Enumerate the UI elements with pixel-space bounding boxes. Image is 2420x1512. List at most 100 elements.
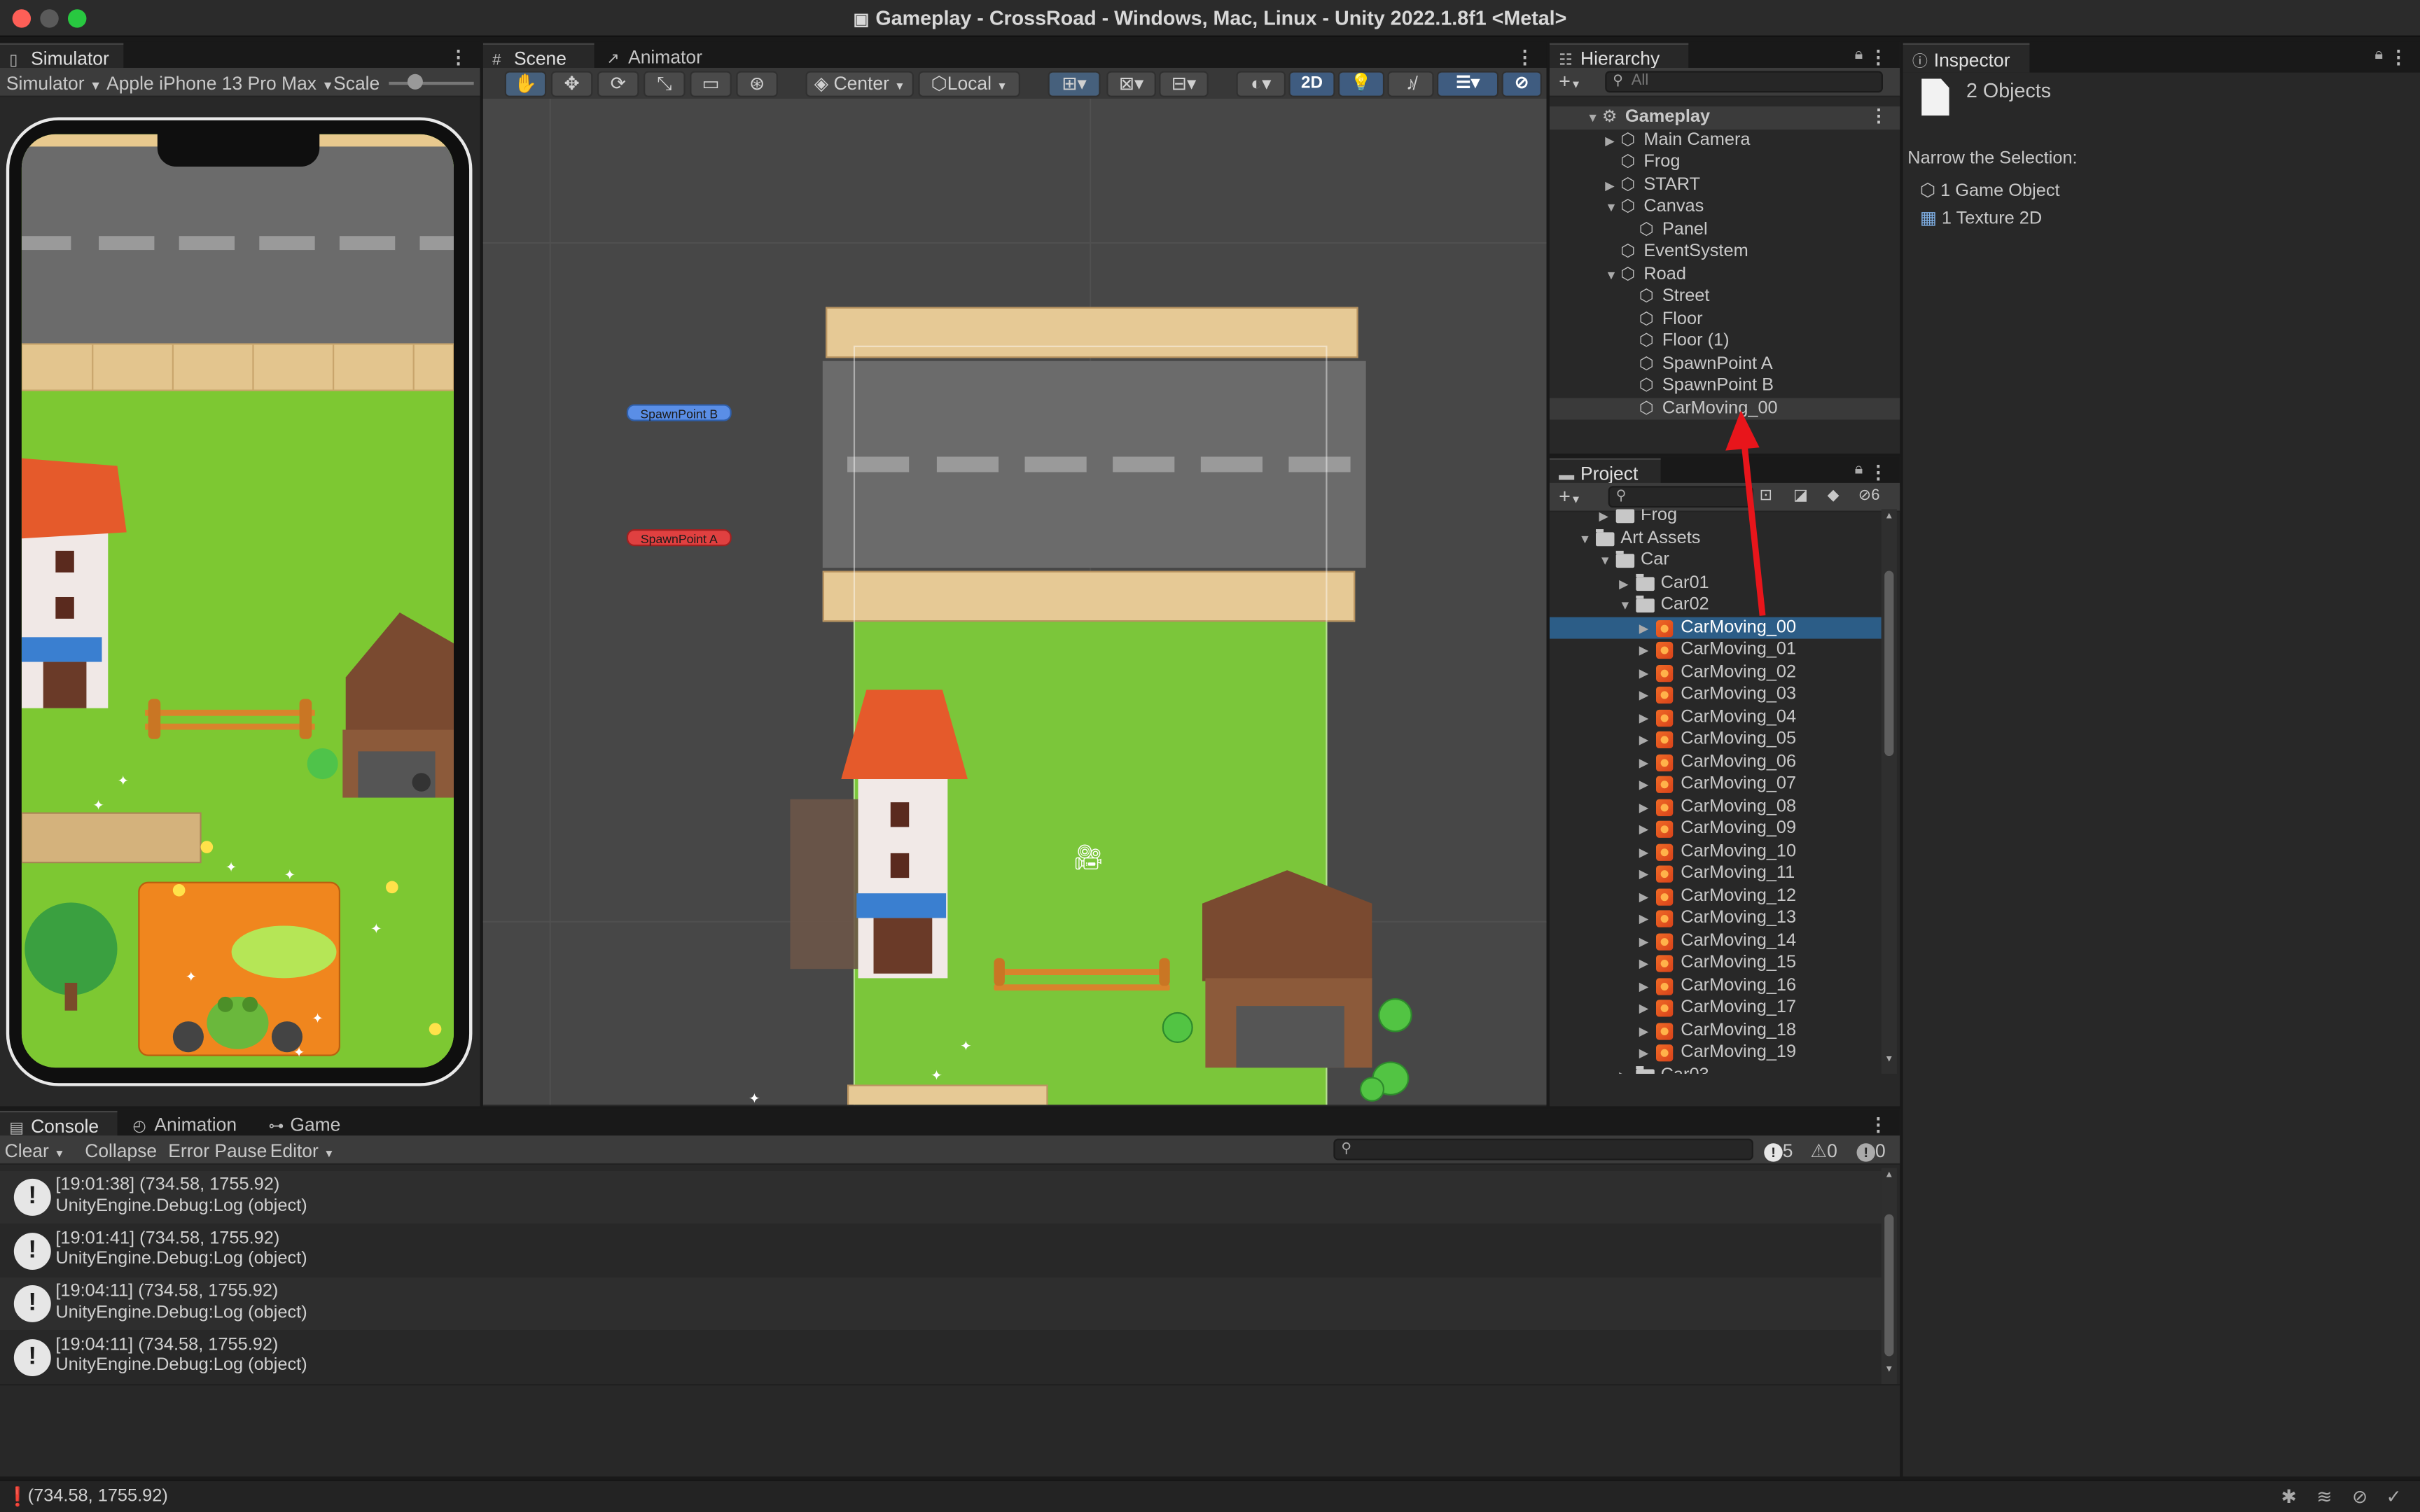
log-filter-toggle[interactable]: ! 5: [1764, 1140, 1793, 1162]
console-scrollbar[interactable]: ▲ ▼: [1881, 1168, 1897, 1385]
collapse-arrow-icon[interactable]: ▶: [1639, 909, 1649, 930]
collapse-arrow-icon[interactable]: ▶: [1619, 573, 1629, 595]
scale-tool-button[interactable]: ⤡: [644, 71, 686, 97]
narrow-item-texture[interactable]: ▦ 1 Texture 2D: [1920, 206, 2042, 228]
error-filter-toggle[interactable]: ! 0: [1856, 1140, 1886, 1162]
project-item[interactable]: ▶ CarMoving_13: [1550, 907, 1882, 930]
scroll-down-icon[interactable]: ▼: [1884, 1056, 1893, 1065]
expand-arrow-icon[interactable]: ▼: [1619, 596, 1631, 617]
console-search-input[interactable]: ⚲: [1333, 1138, 1753, 1161]
project-item[interactable]: ▶ CarMoving_11: [1550, 862, 1882, 885]
console-log-entry[interactable]: ! [19:01:38] (734.58, 1755.92) UnityEngine…: [0, 1170, 1882, 1224]
collapse-arrow-icon[interactable]: ▶: [1619, 1065, 1629, 1074]
collapse-arrow-icon[interactable]: ▶: [1639, 886, 1649, 908]
collapse-arrow-icon[interactable]: ▶: [1639, 953, 1649, 975]
collapse-arrow-icon[interactable]: ▶: [1639, 841, 1649, 863]
inspector-menu-icon[interactable]: ⋮: [2389, 46, 2407, 68]
hierarchy-item[interactable]: ⬡ Street: [1550, 286, 1900, 308]
project-item[interactable]: ▶ CarMoving_04: [1550, 706, 1882, 728]
scene-menu-icon[interactable]: ⋮: [1515, 46, 1534, 68]
hierarchy-item[interactable]: ▼ ⬡ Road: [1550, 263, 1900, 286]
scroll-down-icon[interactable]: ▼: [1884, 1366, 1893, 1375]
collapse-arrow-icon[interactable]: ▶: [1639, 1043, 1649, 1065]
grid-visibility-button[interactable]: ⊠▾: [1106, 71, 1156, 97]
project-item[interactable]: ▶ CarMoving_02: [1550, 661, 1882, 683]
collapse-arrow-icon[interactable]: ▶: [1639, 774, 1649, 796]
project-item[interactable]: ▶ CarMoving_05: [1550, 728, 1882, 750]
console-log-entry[interactable]: ! [19:04:11] (734.58, 1755.92) UnityEngine…: [0, 1277, 1882, 1330]
simulator-menu-icon[interactable]: ⋮: [449, 46, 467, 68]
expand-arrow-icon[interactable]: ▼: [1599, 551, 1611, 573]
collapse-arrow-icon[interactable]: ▶: [1639, 640, 1649, 662]
project-item[interactable]: ▶ CarMoving_16: [1550, 974, 1882, 997]
audio-toggle-button[interactable]: ♪̸: [1387, 71, 1434, 97]
database-icon[interactable]: ≋: [2316, 1486, 2332, 1508]
rotate-tool-button[interactable]: ⟳: [597, 71, 639, 97]
grid-snap-button[interactable]: ⊞▾: [1048, 71, 1101, 97]
status-message[interactable]: (734.58, 1755.92): [28, 1488, 168, 1506]
scene-visibility-button[interactable]: ⊘: [1501, 71, 1542, 97]
hierarchy-item[interactable]: ⬡ Floor (1): [1550, 330, 1900, 353]
collapse-arrow-icon[interactable]: ▶: [1639, 618, 1649, 640]
collapse-arrow-icon[interactable]: ▶: [1599, 509, 1608, 527]
hierarchy-search-input[interactable]: ⚲ All: [1605, 71, 1884, 93]
hierarchy-item[interactable]: ▼ ⬡ Canvas: [1550, 196, 1900, 218]
console-log-entry[interactable]: ! [19:04:11] (734.58, 1755.92) UnityEngine…: [0, 1331, 1882, 1383]
collapse-arrow-icon[interactable]: ▶: [1639, 663, 1649, 685]
project-item[interactable]: ▶ CarMoving_06: [1550, 750, 1882, 773]
project-item[interactable]: ▶ CarMoving_19: [1550, 1042, 1882, 1064]
collapse-button[interactable]: Collapse: [85, 1140, 157, 1162]
simulator-mode-dropdown[interactable]: Simulator ▼: [6, 73, 102, 94]
collapse-arrow-icon[interactable]: ▶: [1639, 1021, 1649, 1042]
project-item[interactable]: ▶ CarMoving_12: [1550, 885, 1882, 907]
bug-icon[interactable]: ✱: [2281, 1486, 2297, 1508]
2d-mode-toggle[interactable]: 2D: [1288, 71, 1335, 97]
collapse-arrow-icon[interactable]: ▶: [1639, 752, 1649, 774]
console-scrollbar-thumb[interactable]: [1884, 1214, 1894, 1357]
hierarchy-item[interactable]: ⬡ Frog: [1550, 151, 1900, 174]
project-add-button[interactable]: +▼: [1559, 484, 1581, 507]
collapse-arrow-icon[interactable]: ▶: [1605, 175, 1615, 197]
scroll-up-icon[interactable]: ▲: [1884, 512, 1893, 522]
console-menu-icon[interactable]: ⋮: [1869, 1114, 1887, 1135]
hierarchy-menu-icon[interactable]: ⋮: [1869, 46, 1887, 68]
project-item[interactable]: ▶ CarMoving_18: [1550, 1019, 1882, 1042]
draw-mode-button[interactable]: ◐▾: [1236, 71, 1286, 97]
scene-menu-icon[interactable]: ⋮: [1870, 106, 1887, 128]
tab-inspector[interactable]: ⓘ Inspector: [1903, 43, 2030, 73]
scale-slider-handle[interactable]: [407, 74, 423, 90]
expand-arrow-icon[interactable]: ▼: [1579, 528, 1591, 550]
collapse-arrow-icon[interactable]: ▶: [1639, 864, 1649, 886]
search-by-label-icon[interactable]: ◪: [1793, 487, 1808, 504]
hierarchy-item[interactable]: ⬡ EventSystem: [1550, 241, 1900, 263]
collapse-arrow-icon[interactable]: ▶: [1639, 708, 1649, 729]
collapse-arrow-icon[interactable]: ▶: [1639, 976, 1649, 997]
rect-tool-button[interactable]: ▭: [690, 71, 732, 97]
scene-viewport[interactable]: SpawnPoint B SpawnPoint A 🎥︎ ✦ ✦ ✦: [482, 99, 1547, 1105]
scroll-up-icon[interactable]: ▲: [1884, 1171, 1893, 1180]
scale-slider-track[interactable]: [389, 81, 474, 85]
project-item[interactable]: ▶ CarMoving_10: [1550, 840, 1882, 862]
check-circle-icon[interactable]: ✓: [2386, 1486, 2402, 1508]
editor-dropdown[interactable]: Editor ▼: [270, 1140, 335, 1162]
expand-arrow-icon[interactable]: ▼: [1587, 108, 1599, 130]
collapse-arrow-icon[interactable]: ▶: [1639, 797, 1649, 818]
lock-icon[interactable]: 🔒︎: [1855, 461, 1863, 478]
hierarchy-item[interactable]: ⬡ Floor: [1550, 308, 1900, 330]
tag-icon[interactable]: ◆: [1828, 487, 1840, 504]
console-log-entry[interactable]: ! [19:01:41] (734.58, 1755.92) UnityEngine…: [0, 1224, 1882, 1277]
narrow-item-game-object[interactable]: ⬡ 1 Game Object: [1920, 179, 2060, 200]
lock-icon[interactable]: 🔒︎: [1855, 46, 1863, 63]
project-item[interactable]: ▶ CarMoving_14: [1550, 930, 1882, 952]
effects-toggle-button[interactable]: ☰▾: [1437, 71, 1499, 97]
project-item[interactable]: ▶ Car03: [1550, 1064, 1882, 1074]
spawnpoint-a-label[interactable]: SpawnPoint A: [626, 529, 732, 547]
cache-server-icon[interactable]: ⊘: [2352, 1486, 2367, 1508]
spawnpoint-b-label[interactable]: SpawnPoint B: [626, 404, 732, 421]
project-scrollbar[interactable]: ▲ ▼: [1881, 509, 1897, 1074]
move-tool-button[interactable]: ✥: [550, 71, 593, 97]
lock-icon[interactable]: 🔒︎: [2374, 46, 2383, 63]
hierarchy-add-button[interactable]: +▼: [1559, 69, 1581, 92]
device-dropdown[interactable]: Apple iPhone 13 Pro Max ▼: [106, 73, 334, 94]
expand-arrow-icon[interactable]: ▼: [1605, 197, 1617, 219]
